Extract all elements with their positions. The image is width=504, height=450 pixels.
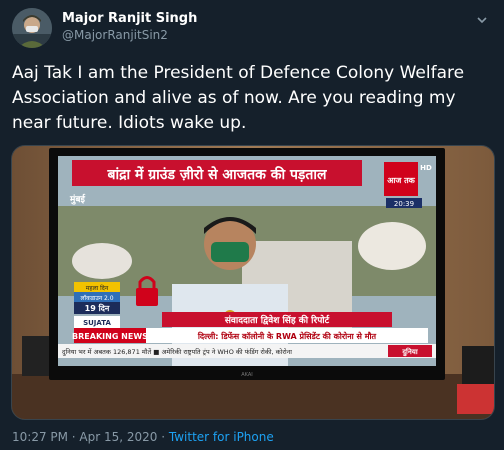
clock-text: 20:39 xyxy=(394,200,414,208)
display-name[interactable]: Major Ranjit Singh xyxy=(62,10,197,27)
tweet-media[interactable]: बांद्रा में ग्राउंड ज़ीरो से आजतक की पड़… xyxy=(11,145,495,420)
avatar-image xyxy=(12,8,52,48)
days-label: 19 दिन xyxy=(85,303,110,313)
tweet-text: Aaj Tak I am the President of Defence Co… xyxy=(12,63,465,133)
lockdown-label: लॉकडाउन 2.0 xyxy=(80,294,113,302)
tv-brand: AKAI xyxy=(241,372,253,378)
tv-photo: बांद्रा में ग्राउंड ज़ीरो से आजतक की पड़… xyxy=(12,146,494,419)
brand-label: SUJATA xyxy=(83,319,111,327)
user-handle[interactable]: @MajorRanjitSin2 xyxy=(62,27,197,43)
lockdown-day-label: महला दिन xyxy=(86,284,109,292)
face-mask xyxy=(211,242,249,262)
location-text: मुंबई xyxy=(69,193,86,205)
reporter-label: संवाददाता द्विवेश सिंह की रिपोर्ट xyxy=(224,314,330,326)
channel-logo-text: आज तक xyxy=(387,176,415,185)
tweet-meta: 10:27 PM · Apr 15, 2020 · Twitter for iP… xyxy=(12,430,274,444)
breaking-text: दिल्ली: डिफेंस कॉलोनी के RWA प्रेसिडेंट … xyxy=(197,331,377,341)
tweet-header: Major Ranjit Singh @MajorRanjitSin2 xyxy=(12,8,492,48)
timestamp[interactable]: 10:27 PM · Apr 15, 2020 · xyxy=(12,430,169,444)
speaker-left xyxy=(22,336,52,376)
chevron-down-icon[interactable] xyxy=(476,14,488,26)
breaking-label: BREAKING NEWS xyxy=(72,332,148,341)
source-link[interactable]: Twitter for iPhone xyxy=(169,430,274,444)
avatar[interactable] xyxy=(12,8,52,48)
headline-text: बांद्रा में ग्राउंड ज़ीरो से आजतक की पड़… xyxy=(106,166,327,183)
hd-label: HD xyxy=(420,164,432,172)
ticker-tag: दुनिया xyxy=(401,347,418,357)
ticker-text: दुनिया भर में अबतक 126,871 मौतें ■ अमेरि… xyxy=(62,348,292,356)
